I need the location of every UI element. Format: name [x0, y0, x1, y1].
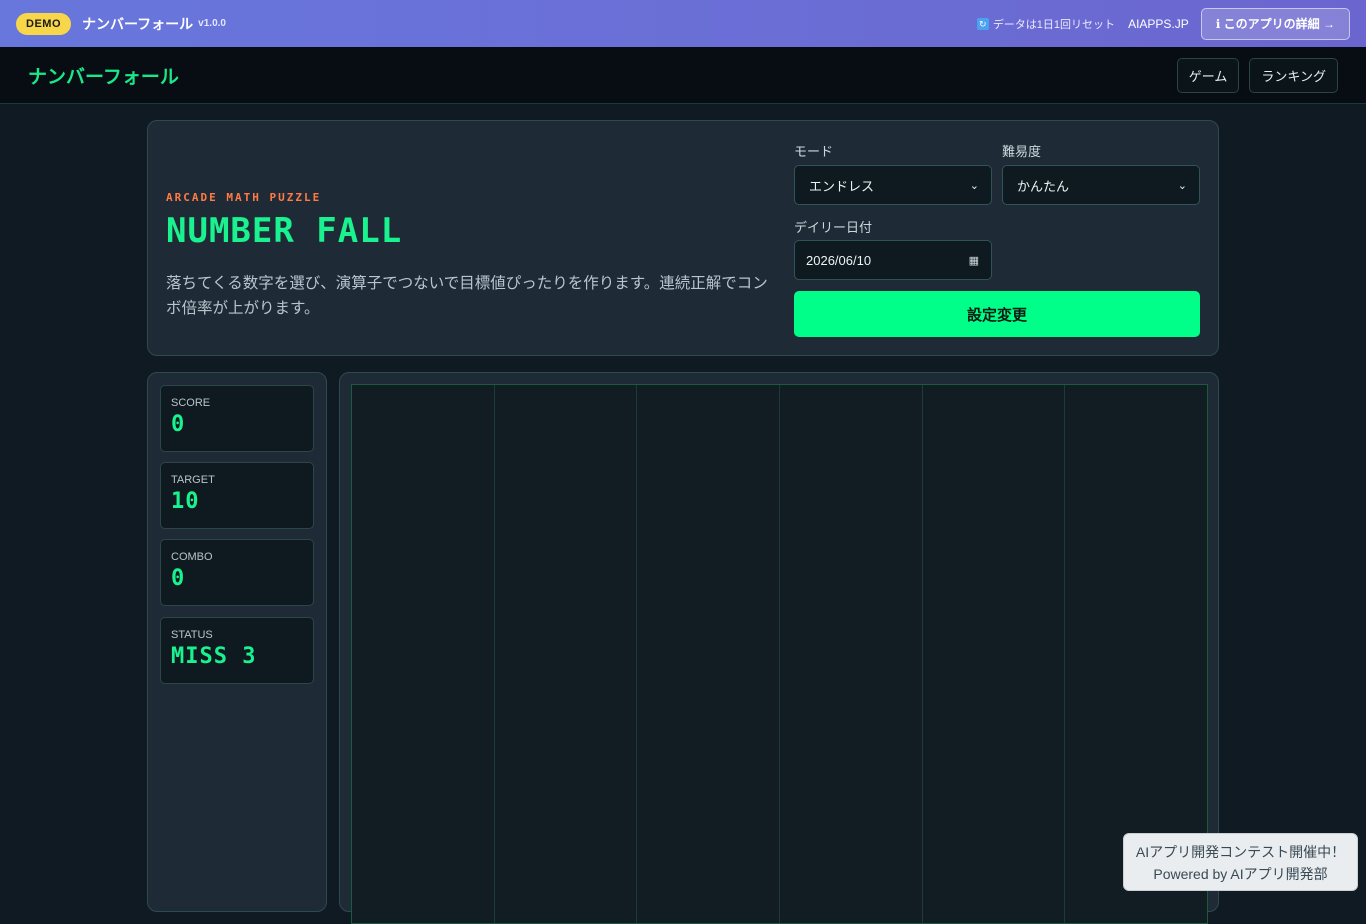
target-value: 10: [171, 489, 200, 514]
target-label: TARGET: [171, 474, 215, 486]
board-column[interactable]: [923, 385, 1066, 923]
eyebrow-text: ARCADE MATH PUZZLE: [166, 191, 322, 204]
calendar-icon[interactable]: ▦: [969, 254, 979, 267]
nav-game-button[interactable]: ゲーム: [1176, 57, 1240, 93]
date-label: デイリー日付: [794, 220, 873, 235]
date-input[interactable]: 2026/06/10 ▦: [794, 240, 992, 280]
board-column[interactable]: [780, 385, 923, 923]
mode-label: モード: [794, 144, 834, 159]
board-column[interactable]: [495, 385, 638, 923]
app-nav: ナンバーフォール ゲーム ランキング: [0, 47, 1366, 104]
demo-app-name: ナンバーフォール: [82, 15, 194, 32]
reset-note-text: データは1日1回リセット: [992, 18, 1116, 31]
difficulty-select-value: かんたん: [1017, 178, 1070, 194]
chevron-down-icon: ⌄: [969, 179, 979, 192]
combo-value: 0: [171, 566, 186, 591]
score-label: SCORE: [171, 397, 211, 409]
game-title: NUMBER FALL: [166, 211, 403, 251]
board-column[interactable]: [352, 385, 495, 923]
demo-badge: DEMO: [16, 12, 71, 35]
mode-select-value: エンドレス: [809, 178, 875, 194]
target-card: TARGET 10: [160, 462, 314, 529]
score-card: SCORE 0: [160, 385, 314, 452]
nav-ranking-button[interactable]: ランキング: [1249, 57, 1338, 93]
contest-line1: AIアプリ開発コンテスト開催中！: [1135, 844, 1346, 860]
brand-logo[interactable]: ナンバーフォール: [28, 62, 179, 89]
status-label: STATUS: [171, 629, 213, 641]
app-details-button[interactable]: ℹ このアプリの詳細 →: [1200, 7, 1350, 40]
game-board[interactable]: [351, 384, 1208, 924]
settings-panel: ARCADE MATH PUZZLE NUMBER FALL 落ちてくる数字を選…: [147, 120, 1219, 356]
difficulty-select[interactable]: かんたん ⌄: [1002, 165, 1200, 205]
aiapps-link[interactable]: AIAPPS.JP: [1128, 17, 1189, 31]
combo-label: COMBO: [171, 551, 213, 563]
apply-settings-button[interactable]: 設定変更: [794, 291, 1200, 337]
combo-card: COMBO 0: [160, 539, 314, 606]
score-value: 0: [171, 412, 186, 437]
board-column[interactable]: [637, 385, 781, 923]
reset-note: ↻ データは1日1回リセット: [976, 16, 1116, 32]
demo-bar: DEMO ナンバーフォール v1.0.0 ↻ データは1日1回リセット AIAP…: [0, 0, 1366, 47]
demo-bar-right: ↻ データは1日1回リセット AIAPPS.JP ℹ このアプリの詳細 →: [976, 7, 1350, 40]
board-panel: [339, 372, 1219, 924]
demo-version: v1.0.0: [198, 18, 226, 29]
nav-menu: ゲーム ランキング: [1176, 57, 1338, 93]
contest-badge[interactable]: AIアプリ開発コンテスト開催中！ Powered by AIアプリ開発部: [1123, 833, 1358, 891]
status-value: MISS 3: [171, 644, 257, 669]
mode-select[interactable]: エンドレス ⌄: [794, 165, 992, 205]
contest-line2: Powered by AIアプリ開発部: [1153, 866, 1328, 882]
difficulty-label: 難易度: [1002, 144, 1042, 159]
refresh-icon: ↻: [976, 17, 989, 30]
chevron-down-icon: ⌄: [1177, 179, 1187, 192]
stats-panel: SCORE 0 TARGET 10 COMBO 0 STATUS MISS 3: [147, 372, 327, 912]
status-card: STATUS MISS 3: [160, 617, 314, 684]
date-input-value: 2026/06/10: [806, 252, 872, 268]
game-description: 落ちてくる数字を選び、演算子でつないで目標値ぴったりを作ります。連続正解でコンボ…: [166, 275, 768, 317]
